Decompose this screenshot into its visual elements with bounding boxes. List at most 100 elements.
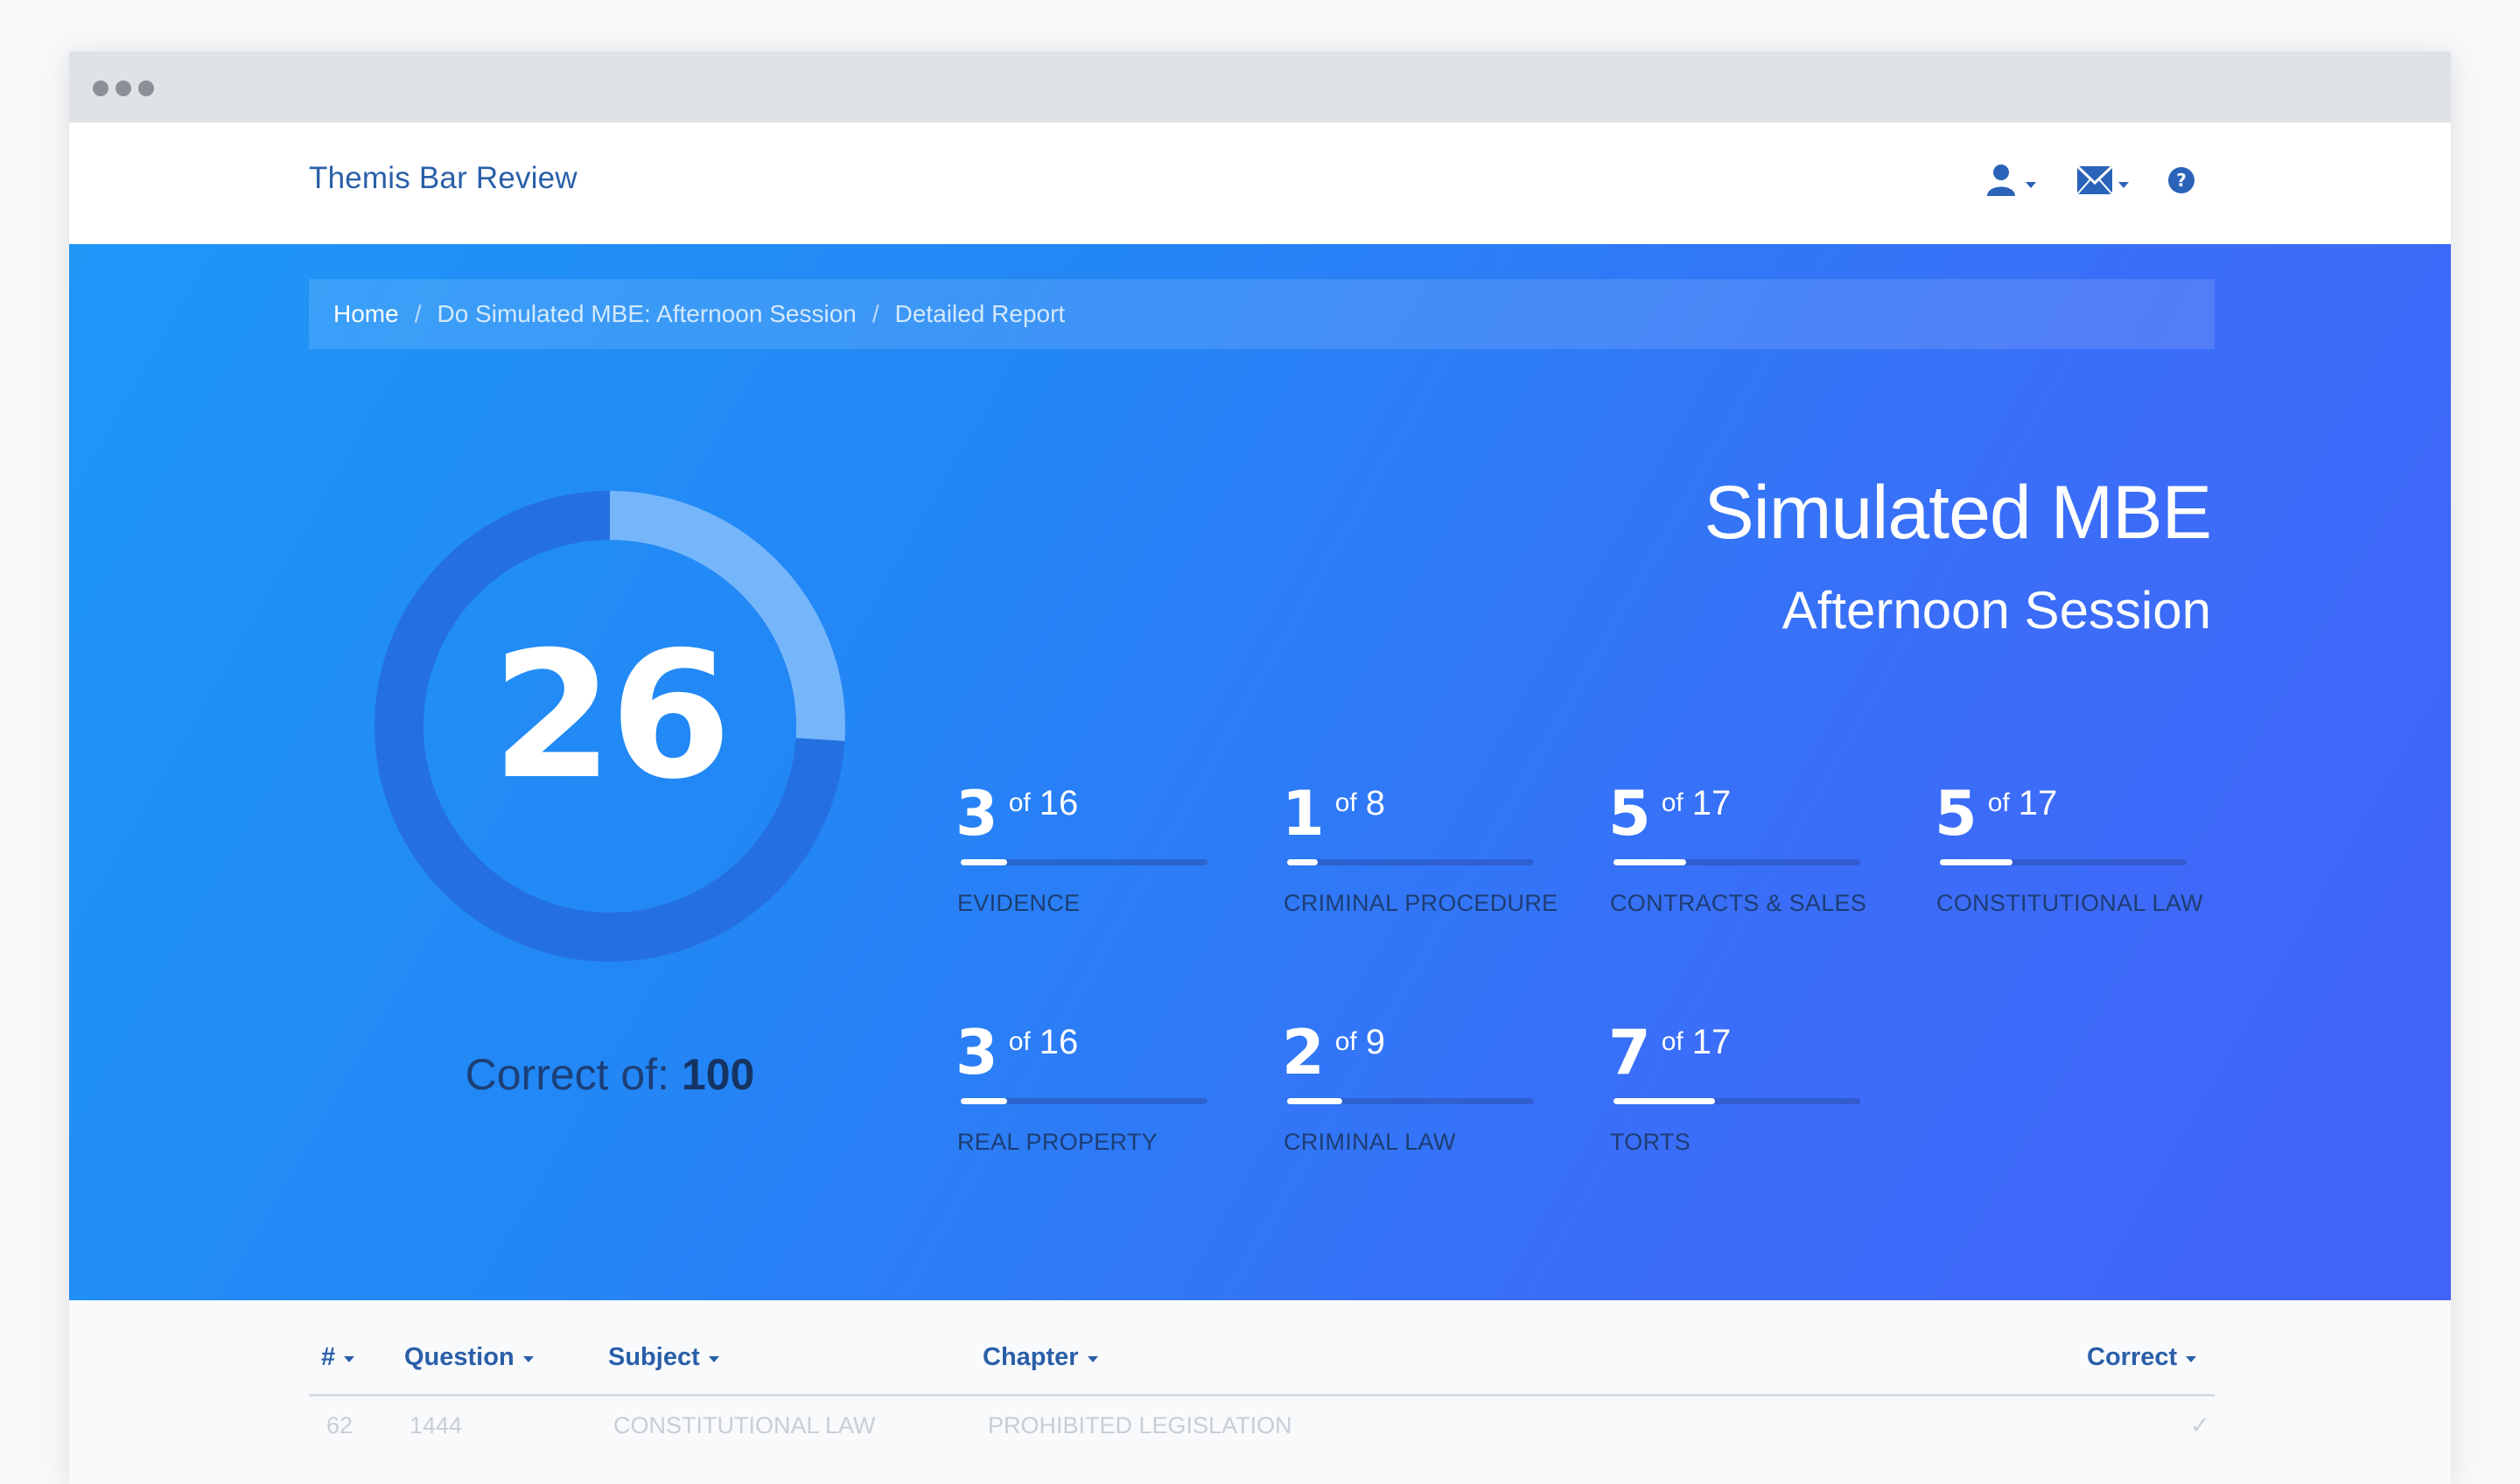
column-header-label: #	[321, 1342, 336, 1371]
window-dot-icon[interactable]	[116, 80, 131, 96]
stat-total: 16	[1039, 784, 1079, 822]
sort-by-chapter-header[interactable]: Chapter	[983, 1335, 1098, 1379]
subject-stat-evidence: 3 of 16 EVIDENCE	[956, 778, 1209, 916]
breadcrumb-separator: /	[414, 300, 422, 327]
sort-by-correct-header[interactable]: Correct	[2087, 1335, 2197, 1379]
subject-stat-contracts-sales: 5 of 17 CONTRACTS & SALES	[1608, 778, 1866, 916]
stat-progress-track	[961, 859, 1208, 865]
chevron-down-icon	[344, 1355, 355, 1362]
svg-text:?: ?	[2176, 170, 2187, 191]
breadcrumb-session-link[interactable]: Do Simulated MBE: Afternoon Session	[437, 300, 856, 328]
breadcrumb-home-link[interactable]: Home	[333, 300, 399, 328]
stat-progress-track	[1287, 859, 1534, 865]
subject-stat-real-property: 3 of 16 REAL PROPERTY	[956, 1017, 1209, 1155]
stat-of: of	[1334, 788, 1357, 817]
chevron-down-icon	[2118, 181, 2129, 188]
results-table: # Question Subject Chapter Correct 62 14…	[69, 1300, 2451, 1484]
sort-by-subject-header[interactable]: Subject	[608, 1335, 719, 1379]
stat-correct: 7	[1608, 1017, 1651, 1088]
brand-link[interactable]: Themis Bar Review	[309, 161, 578, 196]
cell-question: 1444	[410, 1412, 463, 1438]
stat-progress-track	[1940, 859, 2187, 865]
stat-of: of	[1661, 1027, 1684, 1056]
breadcrumb: Home / Do Simulated MBE: Afternoon Sessi…	[309, 279, 2215, 349]
chevron-down-icon	[2186, 1355, 2197, 1362]
report-hero: Home / Do Simulated MBE: Afternoon Sessi…	[69, 244, 2451, 1300]
stat-progress-track	[1614, 859, 1860, 865]
stat-label: CRIMINAL PROCEDURE	[1284, 890, 1558, 916]
stat-correct: 3	[956, 778, 998, 850]
cell-number: 62	[326, 1412, 354, 1438]
correct-of-label: Correct of:	[465, 1050, 670, 1099]
sort-by-question-header[interactable]: Question	[404, 1335, 534, 1379]
stat-total: 17	[2018, 784, 2058, 822]
cell-subject: CONSTITUTIONAL LAW	[613, 1412, 876, 1438]
stat-total: 9	[1365, 1023, 1385, 1061]
table-header: # Question Subject Chapter Correct	[309, 1335, 2215, 1396]
page-title: Simulated MBE	[1704, 471, 2212, 555]
breadcrumb-separator: /	[872, 300, 879, 327]
stat-label: CONTRACTS & SALES	[1610, 890, 1867, 916]
help-button[interactable]: ?	[2167, 161, 2195, 200]
stat-progress-fill	[1940, 859, 2012, 865]
correct-of-text: Correct of: 100	[374, 1049, 846, 1100]
stat-progress-track	[961, 1098, 1208, 1104]
stat-of: of	[1008, 788, 1031, 817]
stat-correct: 5	[1935, 778, 1978, 850]
stat-correct: 3	[956, 1017, 998, 1088]
window-dot-icon[interactable]	[93, 80, 108, 96]
stat-progress-fill	[1287, 1098, 1342, 1104]
stat-of: of	[1334, 1027, 1357, 1056]
score-value: 26	[491, 614, 732, 818]
browser-window: Themis Bar Review ? Home / Do Simulated …	[69, 52, 2451, 1484]
stat-label: REAL PROPERTY	[957, 1129, 1158, 1155]
stat-of: of	[1008, 1027, 1031, 1056]
subject-stat-constitutional-law: 5 of 17 CONSTITUTIONAL LAW	[1935, 778, 2203, 916]
subject-stat-criminal-procedure: 1 of 8 CRIMINAL PROCEDURE	[1282, 778, 1558, 916]
stat-progress-fill	[1614, 859, 1686, 865]
stat-of: of	[1987, 788, 2010, 817]
stat-label: CONSTITUTIONAL LAW	[1936, 890, 2203, 916]
page-subtitle: Afternoon Session	[1782, 581, 2211, 640]
stat-total: 8	[1365, 784, 1385, 822]
stat-progress-track	[1614, 1098, 1860, 1104]
stat-progress-track	[1287, 1098, 1534, 1104]
window-titlebar	[69, 52, 2451, 122]
cell-chapter: PROHIBITED LEGISLATION	[988, 1412, 1292, 1438]
user-menu[interactable]	[1985, 161, 2036, 200]
top-navbar: Themis Bar Review ?	[69, 122, 2451, 244]
stat-of: of	[1661, 788, 1684, 817]
table-row[interactable]: 62 1444 CONSTITUTIONAL LAW PROHIBITED LE…	[309, 1412, 2215, 1447]
stat-label: TORTS	[1610, 1129, 1691, 1155]
chevron-down-icon	[522, 1355, 534, 1362]
sort-by-number-header[interactable]: #	[321, 1335, 355, 1379]
stat-progress-fill	[961, 1098, 1007, 1104]
mail-menu[interactable]	[2076, 161, 2129, 200]
stat-progress-fill	[1287, 859, 1319, 865]
column-header-label: Chapter	[983, 1342, 1079, 1371]
stat-correct: 1	[1282, 778, 1325, 850]
help-icon: ?	[2168, 167, 2194, 193]
stat-progress-fill	[1614, 1098, 1716, 1104]
window-dot-icon[interactable]	[138, 80, 154, 96]
user-icon	[1987, 164, 2015, 196]
mail-icon	[2076, 165, 2113, 195]
column-header-label: Question	[404, 1342, 514, 1371]
subject-stat-torts: 7 of 17 TORTS	[1608, 1017, 1862, 1155]
stat-correct: 5	[1608, 778, 1651, 850]
chevron-down-icon	[2026, 181, 2036, 188]
chevron-down-icon	[1087, 1355, 1098, 1362]
correct-of-total: 100	[681, 1050, 755, 1099]
check-icon: ✓	[2190, 1412, 2210, 1438]
subject-stat-criminal-law: 2 of 9 CRIMINAL LAW	[1282, 1017, 1536, 1155]
column-header-label: Correct	[2087, 1342, 2178, 1371]
stat-progress-fill	[961, 859, 1007, 865]
chevron-down-icon	[708, 1355, 719, 1362]
stat-label: CRIMINAL LAW	[1284, 1129, 1456, 1155]
stat-total: 16	[1039, 1023, 1079, 1061]
column-header-label: Subject	[608, 1342, 700, 1371]
stat-correct: 2	[1282, 1017, 1325, 1088]
stat-total: 17	[1691, 784, 1732, 822]
stat-label: EVIDENCE	[957, 890, 1081, 916]
stat-total: 17	[1691, 1023, 1732, 1061]
